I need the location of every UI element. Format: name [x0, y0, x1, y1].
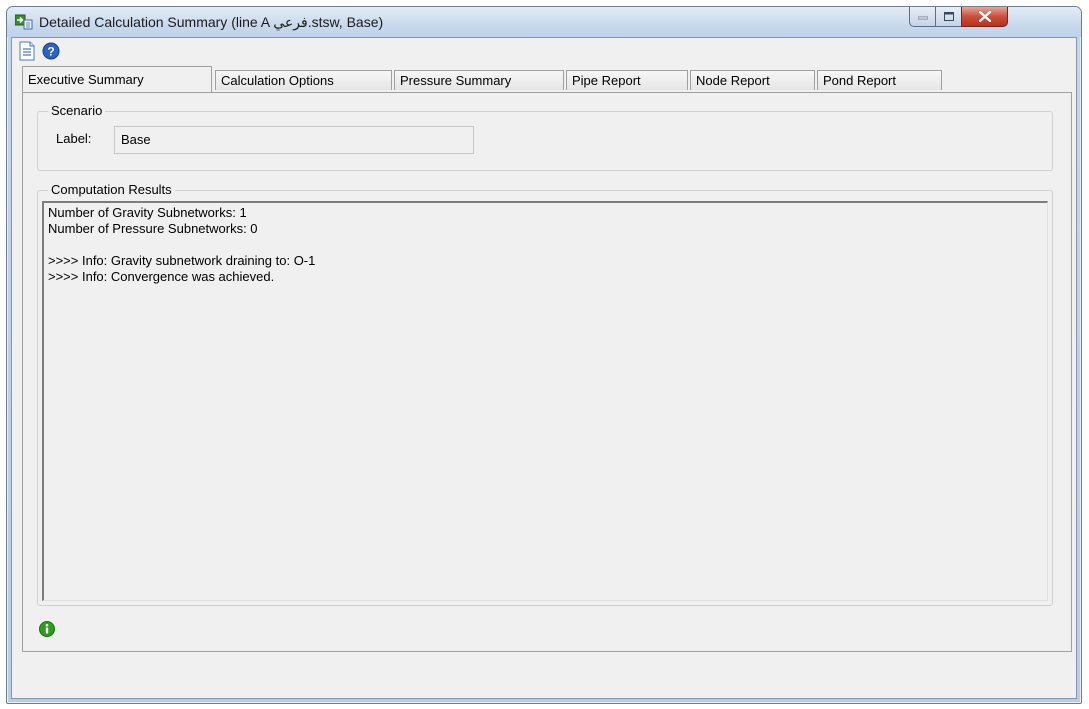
minimize-button[interactable] [909, 7, 936, 27]
scenario-label-caption: Label: [56, 131, 92, 146]
results-line: Number of Pressure Subnetworks: 0 [48, 221, 258, 236]
tab-node-report[interactable]: Node Report [690, 70, 815, 90]
computation-results-group-title: Computation Results [48, 182, 175, 197]
minimize-icon [917, 16, 928, 19]
title-bar[interactable]: Detailed Calculation Summary (line A فرع… [7, 7, 1081, 37]
computation-results-text[interactable]: Number of Gravity Subnetworks: 1 Number … [42, 201, 1048, 601]
results-line: >>>> Info: Gravity subnetwork draining t… [48, 253, 316, 268]
computation-results-group: Computation Results Number of Gravity Su… [37, 182, 1053, 606]
scenario-group-title: Scenario [48, 103, 106, 118]
dialog-client-area: ? Executive Summary Calculation Options … [11, 37, 1077, 699]
window-title: Detailed Calculation Summary (line A فرع… [39, 14, 384, 30]
results-line [48, 237, 1043, 253]
tab-calculation-options[interactable]: Calculation Options [215, 70, 392, 90]
close-button[interactable] [961, 7, 1008, 27]
scenario-group: Scenario Label: Base [37, 103, 1053, 171]
svg-text:?: ? [47, 45, 54, 59]
app-icon [15, 14, 33, 30]
tab-pressure-summary[interactable]: Pressure Summary [394, 70, 564, 90]
tab-executive-summary[interactable]: Executive Summary [22, 66, 212, 92]
maximize-icon [943, 12, 954, 21]
report-icon[interactable] [18, 41, 36, 61]
scenario-label-field: Base [114, 126, 474, 154]
tab-panel-executive-summary: Scenario Label: Base Computation Results… [22, 92, 1072, 652]
tab-strip: Executive Summary Calculation Options Pr… [22, 66, 1076, 92]
dialog-window: Detailed Calculation Summary (line A فرع… [6, 6, 1082, 704]
info-icon [39, 621, 55, 637]
results-line: >>>> Info: Convergence was achieved. [48, 269, 275, 284]
maximize-button[interactable] [935, 7, 962, 27]
tab-pond-report[interactable]: Pond Report [817, 70, 942, 90]
close-icon [978, 11, 991, 22]
help-icon[interactable]: ? [42, 41, 60, 61]
results-line: Number of Gravity Subnetworks: 1 [48, 205, 247, 220]
tab-pipe-report[interactable]: Pipe Report [566, 70, 688, 90]
